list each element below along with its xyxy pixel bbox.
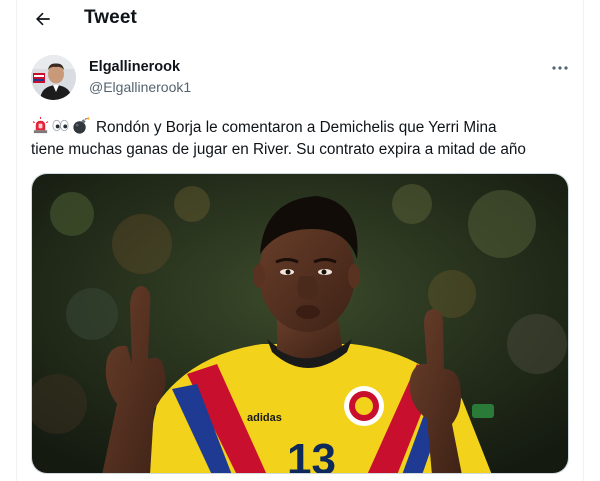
tweet-text-line-2: tiene muchas ganas de jugar en River. Su… (31, 141, 526, 158)
tweet-image[interactable]: adidas 13 (31, 173, 569, 474)
eyes-icon (52, 119, 69, 132)
page-title: Tweet (84, 7, 137, 28)
tweet-text-line-1: Rondón y Borja le comentaron a Demicheli… (31, 116, 571, 139)
author-block: Elgallinerook @Elgallinerook1 (89, 59, 191, 97)
jersey-number-text: 13 (287, 435, 336, 474)
emoji-group (31, 116, 90, 135)
back-button[interactable] (30, 6, 56, 32)
author-display-name[interactable]: Elgallinerook (89, 59, 191, 76)
jersey-brand-text: adidas (247, 412, 282, 424)
avatar[interactable] (31, 55, 76, 100)
author-handle[interactable]: @Elgallinerook1 (89, 77, 191, 97)
tweet-text-line-1-content: Rondón y Borja le comentaron a Demicheli… (96, 119, 497, 136)
more-horizontal-icon (552, 66, 568, 70)
avatar-image (31, 55, 76, 100)
tweet-text: Rondón y Borja le comentaron a Demicheli… (31, 116, 571, 161)
rotating-light-icon (32, 116, 49, 134)
page-header: Tweet (16, 0, 584, 38)
arrow-left-icon (36, 12, 50, 26)
bomb-icon (73, 117, 90, 134)
football-player-photo: adidas 13 (32, 174, 568, 474)
more-options-button[interactable] (548, 58, 572, 78)
